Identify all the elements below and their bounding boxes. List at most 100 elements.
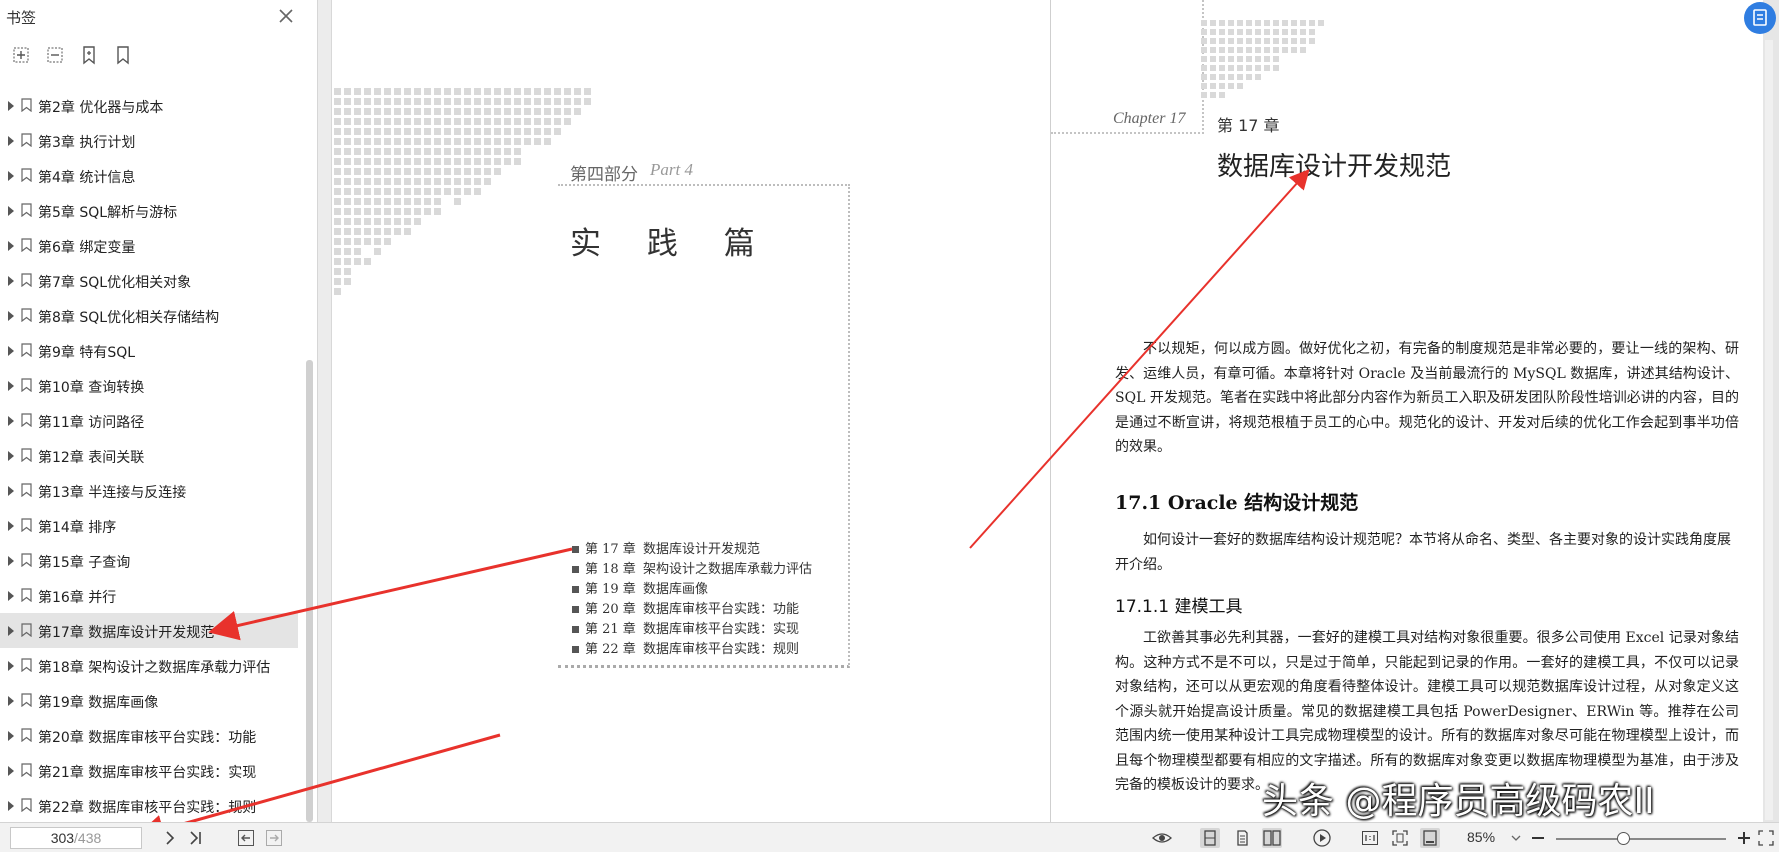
bookmark-icon: [21, 203, 32, 218]
chapter-label-en: Chapter 17: [1113, 110, 1186, 127]
expand-triangle-icon[interactable]: [8, 171, 14, 181]
back-icon[interactable]: [236, 828, 256, 848]
expand-triangle-icon[interactable]: [8, 521, 14, 531]
zoom-in-icon[interactable]: [1734, 828, 1754, 848]
zoom-slider-handle[interactable]: [1617, 832, 1630, 845]
expand-triangle-icon[interactable]: [8, 556, 14, 566]
page-scrollbar[interactable]: [1765, 40, 1773, 820]
bookmark-item[interactable]: 第13章 半连接与反连接: [0, 473, 298, 508]
toc-chapter-number: 第 20 章: [585, 602, 636, 617]
bookmark-panel: 书签 第2章 优化器与成本第3章 执行计划第4章 统计信息第5章 SQL解析与游…: [0, 0, 318, 822]
bookmark-label: 第16章 并行: [38, 590, 117, 606]
two-page-view-icon[interactable]: [1262, 828, 1282, 848]
expand-triangle-icon[interactable]: [8, 416, 14, 426]
sidebar-splitter[interactable]: [318, 0, 332, 822]
zoom-slider[interactable]: [1556, 838, 1726, 840]
expand-triangle-icon[interactable]: [8, 801, 14, 811]
expand-all-icon[interactable]: [10, 44, 32, 66]
zoom-out-icon[interactable]: [1528, 828, 1548, 848]
continuous-view-icon[interactable]: [1232, 828, 1252, 848]
bookmark-icon: [21, 168, 32, 183]
eye-icon[interactable]: [1152, 828, 1172, 848]
bookmark-icon: [21, 133, 32, 148]
bookmark-icon: [21, 553, 32, 568]
add-bookmark-icon[interactable]: [78, 44, 100, 66]
close-icon[interactable]: [276, 6, 296, 26]
single-page-view-icon[interactable]: [1200, 828, 1220, 848]
bookmark-item[interactable]: 第17章 数据库设计开发规范: [0, 613, 298, 648]
current-page: 303: [50, 830, 75, 846]
expand-triangle-icon[interactable]: [8, 136, 14, 146]
expand-triangle-icon[interactable]: [8, 101, 14, 111]
expand-triangle-icon[interactable]: [8, 451, 14, 461]
document-icon: [1753, 9, 1767, 26]
expand-triangle-icon[interactable]: [8, 626, 14, 636]
bookmark-item[interactable]: 第20章 数据库审核平台实践：功能: [0, 718, 298, 753]
play-icon[interactable]: [1312, 828, 1332, 848]
bookmark-item[interactable]: 第15章 子查询: [0, 543, 298, 578]
bookmark-item[interactable]: 第9章 特有SQL: [0, 333, 298, 368]
part-heading: 实 践 篇: [570, 226, 773, 262]
bookmark-item[interactable]: 第2章 优化器与成本: [0, 88, 298, 123]
bookmark-item[interactable]: 第7章 SQL优化相关对象: [0, 263, 298, 298]
total-pages: /438: [74, 830, 102, 846]
expand-triangle-icon[interactable]: [8, 731, 14, 741]
bookmark-item[interactable]: 第16章 并行: [0, 578, 298, 613]
actual-size-icon[interactable]: [1360, 828, 1380, 848]
expand-triangle-icon[interactable]: [8, 591, 14, 601]
toc-chapter-number: 第 17 章: [585, 542, 636, 557]
expand-triangle-icon[interactable]: [8, 346, 14, 356]
bookmark-item[interactable]: 第22章 数据库审核平台实践：规则: [0, 788, 298, 823]
bookmark-item[interactable]: 第19章 数据库画像: [0, 683, 298, 718]
expand-triangle-icon[interactable]: [8, 696, 14, 706]
toc-chapter-title: 数据库画像: [643, 582, 709, 597]
bookmark-item[interactable]: 第8章 SQL优化相关存储结构: [0, 298, 298, 333]
page-number-input[interactable]: 303/438: [10, 827, 142, 849]
bookmark-list: 第2章 优化器与成本第3章 执行计划第4章 统计信息第5章 SQL解析与游标 第6…: [0, 88, 300, 823]
bookmark-item[interactable]: 第6章 绑定变量: [0, 228, 298, 263]
bookmark-icon: [21, 483, 32, 498]
bookmark-item[interactable]: 第21章 数据库审核平台实践：实现: [0, 753, 298, 788]
bookmark-item[interactable]: 第11章 访问路径: [0, 403, 298, 438]
toc-chapter-number: 第 21 章: [585, 622, 636, 637]
bookmark-item[interactable]: 第4章 统计信息: [0, 158, 298, 193]
expand-triangle-icon[interactable]: [8, 311, 14, 321]
bookmark-icon: [21, 763, 32, 778]
expand-triangle-icon[interactable]: [8, 661, 14, 671]
expand-triangle-icon[interactable]: [8, 766, 14, 776]
expand-triangle-icon[interactable]: [8, 241, 14, 251]
fit-page-icon[interactable]: [1390, 828, 1410, 848]
expand-triangle-icon[interactable]: [8, 206, 14, 216]
bookmark-icon: [21, 238, 32, 253]
forward-icon[interactable]: [264, 828, 284, 848]
bookmark-item[interactable]: 第3章 执行计划: [0, 123, 298, 158]
bookmark-label: 第20章 数据库审核平台实践：功能: [38, 730, 257, 746]
bookmark-item[interactable]: 第18章 架构设计之数据库承载力评估: [0, 648, 298, 683]
fullscreen-icon[interactable]: [1756, 828, 1776, 848]
part-toc: 第 17 章数据库设计开发规范第 18 章架构设计之数据库承载力评估第 19 章…: [572, 538, 812, 658]
toc-chapter-number: 第 19 章: [585, 582, 636, 597]
bookmark-item[interactable]: 第10章 查询转换: [0, 368, 298, 403]
bookmark-icon[interactable]: [112, 44, 134, 66]
chevron-down-icon[interactable]: [1506, 828, 1526, 848]
collapse-all-icon[interactable]: [44, 44, 66, 66]
expand-triangle-icon[interactable]: [8, 486, 14, 496]
expand-triangle-icon[interactable]: [8, 276, 14, 286]
bookmark-item[interactable]: 第5章 SQL解析与游标: [0, 193, 298, 228]
last-page-icon[interactable]: [186, 828, 206, 848]
bookmark-label: 第21章 数据库审核平台实践：实现: [38, 765, 257, 781]
assistant-button[interactable]: [1744, 2, 1776, 34]
bookmark-label: 第4章 统计信息: [38, 170, 136, 186]
zoom-level[interactable]: 85%: [1467, 829, 1495, 845]
bookmark-panel-header: 书签: [0, 0, 318, 34]
fit-width-icon[interactable]: [1420, 828, 1440, 848]
sidebar-scrollbar-thumb[interactable]: [306, 360, 313, 822]
bookmark-item[interactable]: 第12章 表间关联: [0, 438, 298, 473]
bookmark-label: 第17章 数据库设计开发规范: [38, 625, 215, 641]
toc-item: 第 21 章数据库审核平台实践：实现: [572, 618, 812, 638]
expand-triangle-icon[interactable]: [8, 381, 14, 391]
bookmark-icon: [21, 623, 32, 638]
next-page-icon[interactable]: [160, 828, 180, 848]
bookmark-label: 第2章 优化器与成本: [38, 100, 164, 116]
bookmark-item[interactable]: 第14章 排序: [0, 508, 298, 543]
